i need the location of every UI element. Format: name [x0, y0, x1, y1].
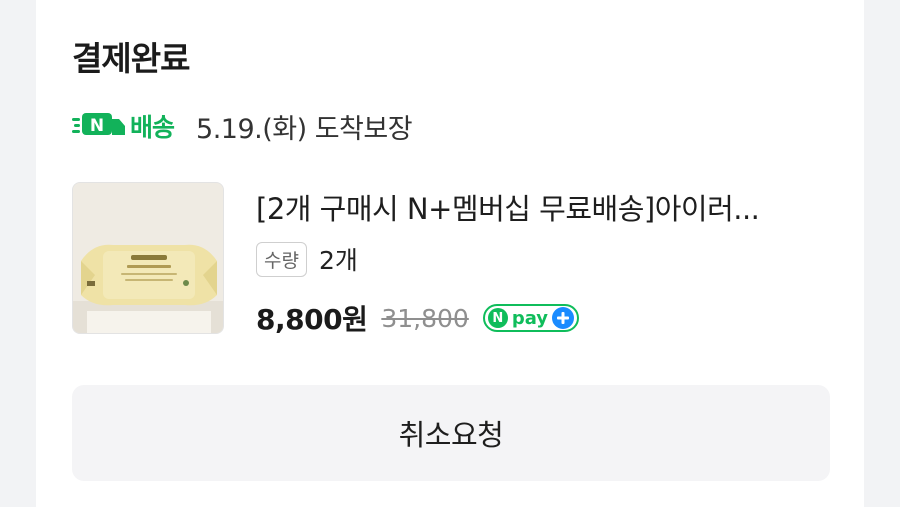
order-status-title: 결제완료 — [72, 39, 190, 78]
npay-plus-badge: N pay — [482, 304, 580, 332]
quantity-tag: 수량 — [256, 241, 307, 277]
product-thumbnail[interactable] — [72, 182, 224, 334]
price-row: 8,800원 31,800 N pay — [256, 296, 580, 340]
npay-label: pay — [511, 307, 549, 329]
plus-icon — [552, 307, 575, 329]
sale-price: 8,800원 — [256, 303, 368, 336]
n-delivery-truck-icon: N — [72, 110, 126, 142]
original-price: 31,800 — [381, 303, 469, 333]
delivery-info: N 배송 5.19.(화) 도착보장 — [72, 106, 413, 146]
npay-n-mark: N — [487, 308, 508, 328]
cancel-request-button[interactable]: 취소요청 — [72, 385, 830, 481]
delivery-badge-label: 배송 — [130, 113, 175, 142]
n-delivery-badge: N 배송 — [72, 108, 175, 144]
svg-text:N: N — [90, 116, 104, 136]
delivery-date: 5.19.(화) 도착보장 — [196, 113, 413, 145]
product-title[interactable]: [2개 구매시 N+멤버십 무료배송]아이러... — [256, 186, 836, 228]
product-image — [73, 183, 223, 333]
quantity-value: 2개 — [318, 246, 358, 275]
quantity-row: 수량 2개 — [256, 240, 358, 278]
